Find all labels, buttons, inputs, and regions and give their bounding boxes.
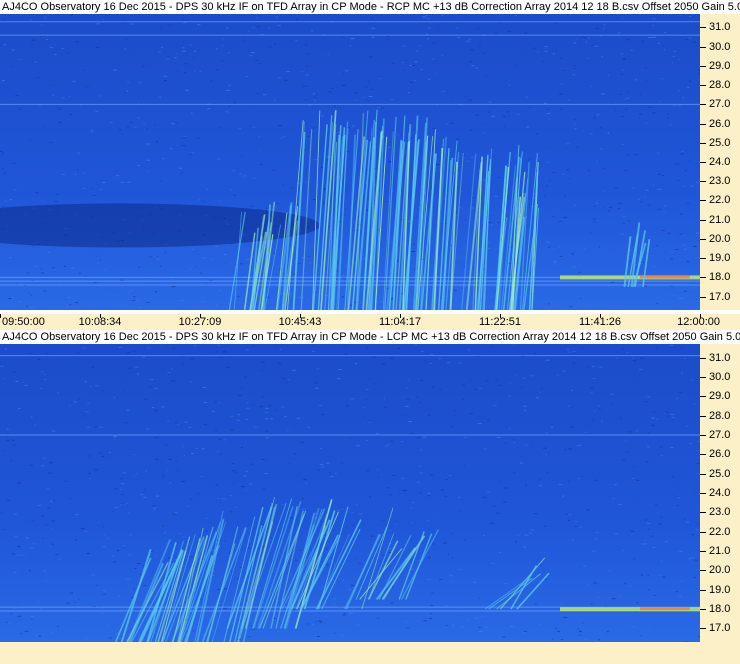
- y-tick-label: 30.0: [709, 370, 731, 383]
- y-tick: [700, 65, 706, 67]
- y-tick: [700, 589, 706, 591]
- y-tick: [700, 570, 706, 572]
- y-tick-label: 18.0: [709, 603, 731, 616]
- y-tick: [700, 162, 706, 163]
- x-tick-label: 11:04:17: [378, 316, 421, 328]
- y-tick: [700, 85, 706, 87]
- y-tick: [700, 376, 706, 378]
- y-tick: [700, 258, 706, 260]
- y-tick: [700, 357, 706, 359]
- y-tick-label: 22.0: [709, 194, 731, 207]
- y-tick-label: 17.0: [709, 290, 731, 303]
- lcp-title: AJ4CO Observatory 16 Dec 2015 - DPS 30 k…: [0, 330, 740, 344]
- y-tick: [700, 104, 706, 106]
- lcp-panel: AJ4CO Observatory 16 Dec 2015 - DPS 30 k…: [0, 330, 740, 664]
- y-tick-label: 29.0: [709, 390, 731, 403]
- y-tick-label: 26.0: [709, 448, 731, 461]
- rcp-title: AJ4CO Observatory 16 Dec 2015 - DPS 30 k…: [0, 0, 740, 14]
- y-tick-label: 28.0: [709, 409, 731, 422]
- y-tick: [700, 415, 706, 417]
- y-tick-label: 18.0: [709, 271, 731, 284]
- x-tick-label: 10:27:09: [178, 316, 222, 328]
- y-tick: [700, 551, 706, 553]
- x-tick-label: 11:22:51: [478, 316, 521, 328]
- y-tick-label: 21.0: [709, 545, 731, 558]
- y-tick: [700, 238, 706, 240]
- y-tick: [700, 434, 706, 436]
- y-tick-label: 25.0: [709, 467, 731, 480]
- y-tick: [700, 46, 706, 48]
- lcp-spectrogram: [0, 344, 700, 642]
- y-tick: [700, 493, 706, 494]
- y-tick-label: 19.0: [709, 252, 731, 265]
- y-tick: [700, 200, 706, 202]
- x-tick-label: 10:08:34: [78, 316, 122, 328]
- x-tick: [0, 314, 1, 318]
- y-tick-label: 23.0: [709, 175, 731, 188]
- rcp-spectrogram-svg: [0, 14, 700, 310]
- lcp-x-axis: [0, 642, 740, 664]
- y-tick-label: 24.0: [709, 487, 731, 499]
- y-tick-label: 25.0: [709, 136, 731, 149]
- y-tick-label: 22.0: [709, 525, 731, 538]
- y-tick: [700, 628, 706, 630]
- y-tick: [700, 609, 706, 611]
- x-tick-label: 09:50:00: [2, 316, 45, 328]
- x-tick-label: 10:45:43: [278, 316, 322, 328]
- y-tick-label: 27.0: [709, 98, 731, 111]
- y-tick-label: 24.0: [709, 156, 731, 168]
- y-tick: [700, 123, 706, 125]
- lcp-spectrogram-svg: [0, 344, 700, 642]
- y-tick-label: 31.0: [709, 351, 731, 364]
- y-tick-label: 20.0: [709, 564, 731, 577]
- y-tick: [700, 142, 706, 144]
- y-tick: [700, 219, 706, 221]
- y-tick-label: 17.0: [709, 622, 731, 635]
- rcp-y-axis: 31.0 30.0 29.0 28.0 27.0 26.0 25.0 24.0 23.0 22.0…: [700, 14, 740, 310]
- y-tick: [700, 396, 706, 398]
- y-tick-label: 21.0: [709, 213, 731, 226]
- x-tick-label: 11:41:26: [578, 316, 621, 328]
- y-tick: [700, 531, 706, 533]
- y-tick-label: 19.0: [709, 583, 731, 596]
- y-tick-label: 27.0: [709, 428, 731, 441]
- y-tick-label: 30.0: [709, 40, 731, 53]
- rfi-hotspot: [640, 607, 690, 611]
- y-tick-label: 23.0: [709, 506, 731, 519]
- y-tick: [700, 27, 706, 29]
- y-tick-label: 29.0: [709, 59, 731, 72]
- y-tick: [700, 296, 706, 298]
- lcp-y-axis: 31.0 30.0 29.0 28.0 27.0 26.0 25.0 24.0 23.0 22.0…: [700, 344, 740, 642]
- rcp-spectrogram: [0, 14, 700, 310]
- y-tick-label: 31.0: [709, 21, 731, 34]
- rcp-panel: AJ4CO Observatory 16 Dec 2015 - DPS 30 k…: [0, 0, 740, 330]
- y-tick: [700, 454, 706, 456]
- y-tick: [700, 512, 706, 514]
- y-tick-label: 20.0: [709, 232, 731, 245]
- rcp-x-axis: 09:50:00 10:08:34 10:27:09 10:45:43 11:04:17…: [0, 314, 740, 330]
- y-tick-label: 28.0: [709, 79, 731, 92]
- rfi-hotspot: [640, 275, 690, 279]
- y-tick: [700, 181, 706, 183]
- y-tick-label: 26.0: [709, 117, 731, 130]
- y-tick: [700, 277, 706, 279]
- y-tick: [700, 473, 706, 475]
- x-tick-label: 12:00:00: [677, 316, 720, 328]
